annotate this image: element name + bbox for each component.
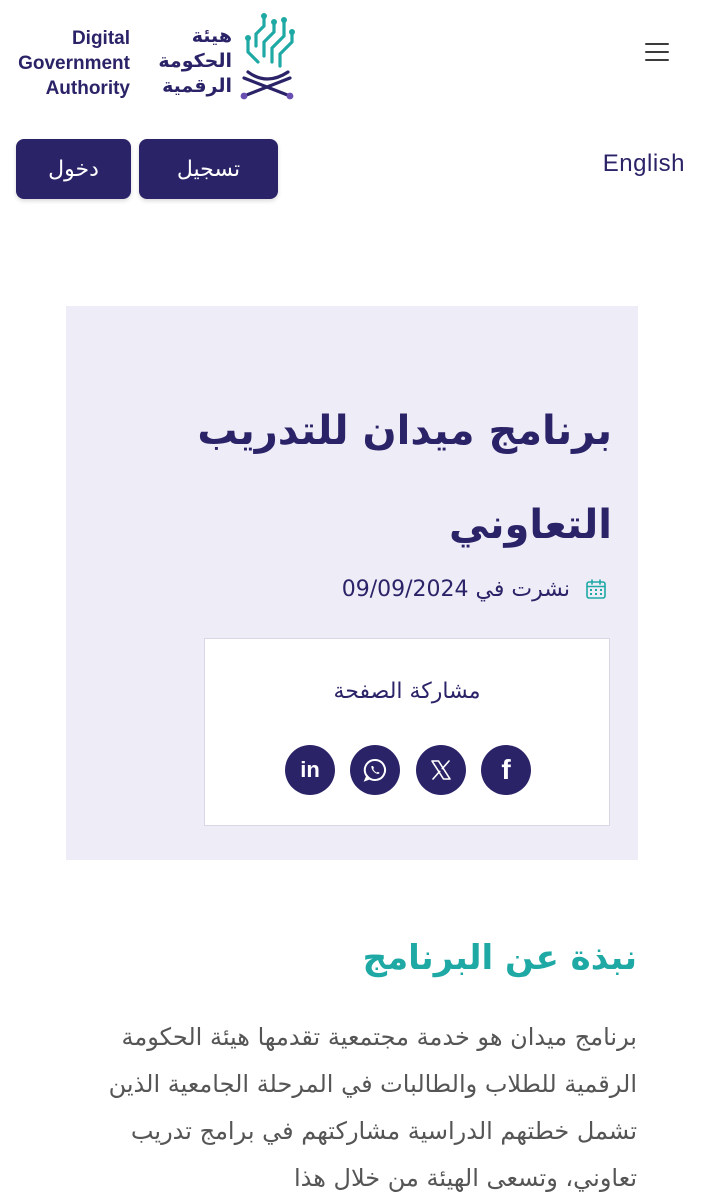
article-title: برنامج ميدان للتدريب التعاوني (197, 408, 612, 548)
logo-text-en: Digital Government Authority (8, 26, 130, 101)
logo-ar-line-2: الحكومة (158, 50, 232, 72)
linkedin-icon: in (300, 757, 320, 782)
x-icon (431, 760, 451, 780)
logo-en-line-3: Authority (45, 78, 130, 99)
linkedin-share-button[interactable]: in (285, 745, 335, 795)
menu-bar (645, 51, 669, 53)
article-hero-card: برنامج ميدان للتدريب التعاوني نشرت في 09… (66, 306, 638, 860)
facebook-icon: f (501, 754, 511, 785)
about-program-heading: نبذة عن البرنامج (362, 938, 637, 978)
hamburger-menu-icon[interactable] (645, 40, 669, 64)
logo-en-line-1: Digital (71, 28, 130, 49)
language-switch-link[interactable]: English (603, 150, 685, 178)
facebook-share-button[interactable]: f (481, 745, 531, 795)
published-label: نشرت في (475, 576, 570, 602)
logo-ar-line-1: هيئة (191, 25, 232, 47)
dga-logo[interactable]: Digital Government Authority هيئة الحكوم… (8, 12, 298, 102)
logo-ar-line-3: الرقمية (162, 75, 232, 97)
about-program-text: برنامج ميدان هو خدمة مجتمعية تقدمها هيئة… (108, 1023, 637, 1192)
register-button[interactable]: تسجيل (139, 139, 278, 199)
published-date: 09/09/2024 (341, 576, 469, 602)
publish-date-text: نشرت في 09/09/2024 (342, 577, 570, 602)
x-share-button[interactable] (416, 745, 466, 795)
login-button[interactable]: دخول (16, 139, 131, 199)
logo-text-ar: هيئة الحكومة الرقمية (136, 24, 232, 99)
calendar-icon (586, 579, 606, 599)
logo-en-line-2: Government (18, 53, 130, 74)
menu-bar (645, 43, 669, 45)
share-page-box: مشاركة الصفحة in f (204, 638, 610, 826)
share-title: مشاركة الصفحة (333, 679, 481, 704)
whatsapp-icon (363, 758, 387, 782)
menu-bar (645, 59, 669, 61)
whatsapp-share-button[interactable] (350, 745, 400, 795)
publish-date-row: نشرت في 09/09/2024 (342, 574, 608, 604)
logo-mark-icon (240, 13, 295, 100)
